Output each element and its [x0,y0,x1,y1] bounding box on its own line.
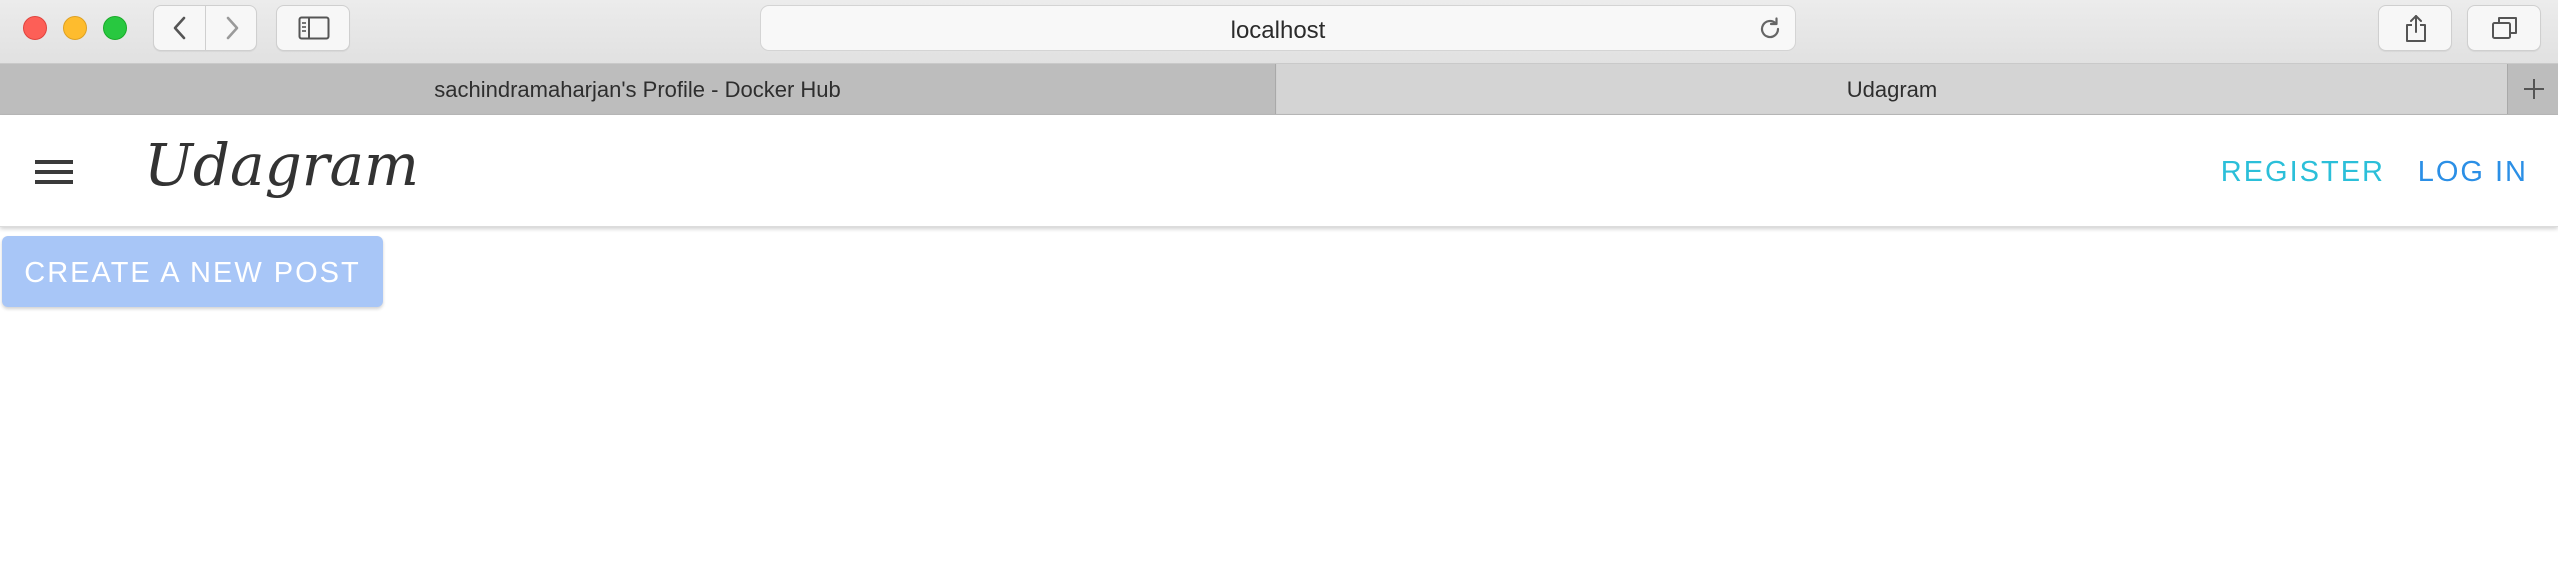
login-link[interactable]: LOG IN [2418,156,2528,189]
new-tab-button[interactable] [2507,64,2558,114]
tab-strip: sachindramaharjan's Profile - Docker Hub… [0,64,2558,115]
chevron-right-icon [226,16,239,40]
create-post-button[interactable]: CREATE A NEW POST [2,236,383,307]
maximize-window-button[interactable] [103,16,127,40]
create-post-label: CREATE A NEW POST [24,257,361,289]
tab-label: sachindramaharjan's Profile - Docker Hub [434,77,841,102]
tab-label: Udagram [1846,77,1938,102]
chevron-left-icon [173,16,186,40]
url-text: localhost [1230,17,1326,44]
tab-docker-hub[interactable]: sachindramaharjan's Profile - Docker Hub [0,64,1276,114]
plus-icon [2524,79,2544,99]
sidebar-toggle-button[interactable] [276,5,350,51]
share-icon [2406,15,2426,42]
tabs-overview-icon [2492,17,2517,39]
hamburger-menu-icon[interactable] [35,158,73,186]
reload-icon[interactable] [1757,16,1783,42]
back-button[interactable] [154,6,206,50]
app-header: Udagram REGISTER LOG IN [0,115,2558,227]
browser-toolbar: localhost [0,0,2558,64]
close-window-button[interactable] [23,16,47,40]
address-bar[interactable]: localhost [760,5,1796,51]
brand-logo[interactable]: Udagram [144,131,419,199]
tab-udagram[interactable]: Udagram [1277,64,2507,114]
minimize-window-button[interactable] [63,16,87,40]
register-link[interactable]: REGISTER [2221,156,2385,189]
sidebar-icon [298,16,330,40]
browser-window: localhost sachindramaharjan's Profile - … [0,0,2558,586]
forward-button[interactable] [206,6,256,50]
history-nav-group [153,5,257,51]
share-button[interactable] [2378,5,2452,51]
tab-overview-button[interactable] [2467,5,2541,51]
